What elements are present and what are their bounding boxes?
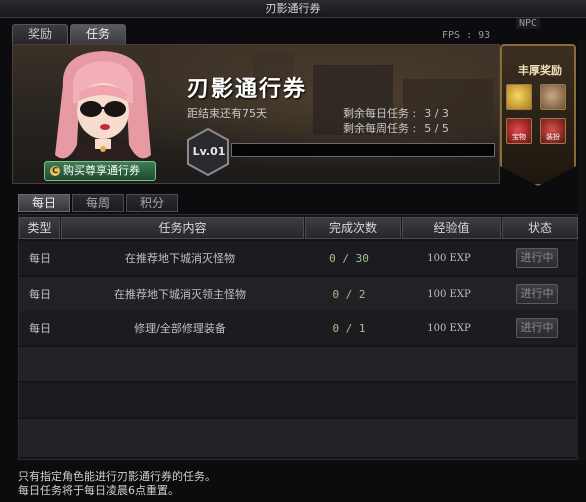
table-row: 每日 在推荐地下城消灭怪物 0 / 30 100 EXP 进行中	[19, 241, 579, 275]
row-type: 每日	[29, 288, 51, 301]
xp-progress-bar	[231, 143, 495, 157]
header-count: 完成次数	[305, 217, 401, 239]
reward-caption: 宝物	[512, 133, 526, 141]
tab-tasks[interactable]: 任务	[70, 24, 126, 44]
top-tabs: 奖励 任务	[12, 24, 126, 44]
remaining-daily-label: 剩余每日任务 :	[343, 107, 417, 120]
table-row: 每日 在推荐地下城消灭领主怪物 0 / 2 100 EXP 进行中	[19, 277, 579, 311]
level-text: Lv.01	[192, 145, 226, 158]
row-status: 进行中	[499, 248, 575, 268]
row-count: 0 / 30	[329, 251, 369, 265]
empty-row	[19, 347, 579, 381]
remaining-weekly-label: 剩余每周任务 :	[343, 122, 417, 135]
npc-label: NPC	[516, 18, 541, 29]
row-exp: 100 EXP	[427, 252, 471, 264]
header-status: 状态	[502, 217, 578, 239]
rewards-title: 丰厚奖励	[518, 64, 562, 77]
reward-caption: 装扮	[546, 133, 560, 141]
tab-rewards[interactable]: 奖励	[12, 24, 68, 44]
ticket-icon[interactable]: 装扮	[540, 118, 566, 144]
fps-counter: FPS : 93	[442, 30, 491, 41]
remaining-daily-value: 3 / 3	[424, 107, 449, 120]
sub-tabs: 每日 每周 积分	[18, 194, 178, 212]
status-button[interactable]: 进行中	[516, 318, 558, 338]
row-exp: 100 EXP	[427, 322, 471, 334]
footer-notes: 只有指定角色能进行刃影通行券的任务。 每日任务将于每日凌晨6点重置。	[18, 470, 216, 498]
row-status: 进行中	[499, 284, 575, 304]
rewards-panel: 丰厚奖励	[500, 44, 576, 186]
tab-points[interactable]: 积分	[126, 194, 178, 212]
tab-weekly[interactable]: 每周	[72, 194, 124, 212]
row-count: 0 / 2	[332, 287, 366, 301]
pass-title: 刃影通行券	[187, 77, 308, 102]
table-row: 每日 修理/全部修理装备 0 / 1 100 EXP 进行中	[19, 311, 579, 345]
footer-line: 每日任务将于每日凌晨6点重置。	[18, 484, 179, 497]
buy-premium-pass-button[interactable]: C 购买尊享通行券	[44, 161, 156, 181]
row-task: 在推荐地下城消灭怪物	[125, 252, 235, 265]
buy-premium-pass-label: 购买尊享通行券	[63, 164, 140, 177]
window-title: 刃影通行券	[0, 0, 586, 18]
row-status: 进行中	[499, 318, 575, 338]
row-task: 在推荐地下城消灭领主怪物	[114, 288, 246, 301]
empty-row	[19, 383, 579, 417]
remaining-weekly: 剩余每周任务 : 5 / 5	[343, 120, 449, 136]
header-type: 类型	[19, 217, 60, 239]
cake-icon[interactable]	[540, 84, 566, 110]
status-button[interactable]: 进行中	[516, 248, 558, 268]
status-button[interactable]: 进行中	[516, 284, 558, 304]
row-exp: 100 EXP	[427, 288, 471, 300]
character-portrait	[55, 51, 151, 170]
coupon-icon[interactable]: 宝物	[506, 118, 532, 144]
row-count: 0 / 1	[332, 321, 366, 335]
remaining-weekly-value: 5 / 5	[424, 122, 449, 135]
row-task: 修理/全部修理装备	[134, 322, 226, 335]
countdown-text: 距结束还有75天	[187, 107, 267, 120]
header-task: 任务内容	[61, 217, 304, 239]
row-type: 每日	[29, 322, 51, 335]
footer-line: 只有指定角色能进行刃影通行券的任务。	[18, 470, 216, 483]
tab-daily[interactable]: 每日	[18, 194, 70, 212]
remaining-daily: 剩余每日任务 : 3 / 3	[343, 105, 449, 121]
scrollbar[interactable]	[578, 40, 586, 460]
table-header: 类型 任务内容 完成次数 经验值 状态	[19, 217, 579, 241]
header-exp: 经验值	[402, 217, 501, 239]
coin-icon: C	[50, 166, 60, 176]
empty-row	[19, 419, 579, 457]
row-type: 每日	[29, 252, 51, 265]
task-table: 类型 任务内容 完成次数 经验值 状态 每日 在推荐地下城消灭怪物 0 / 30…	[18, 214, 579, 460]
gold-chest-icon[interactable]	[506, 84, 532, 110]
